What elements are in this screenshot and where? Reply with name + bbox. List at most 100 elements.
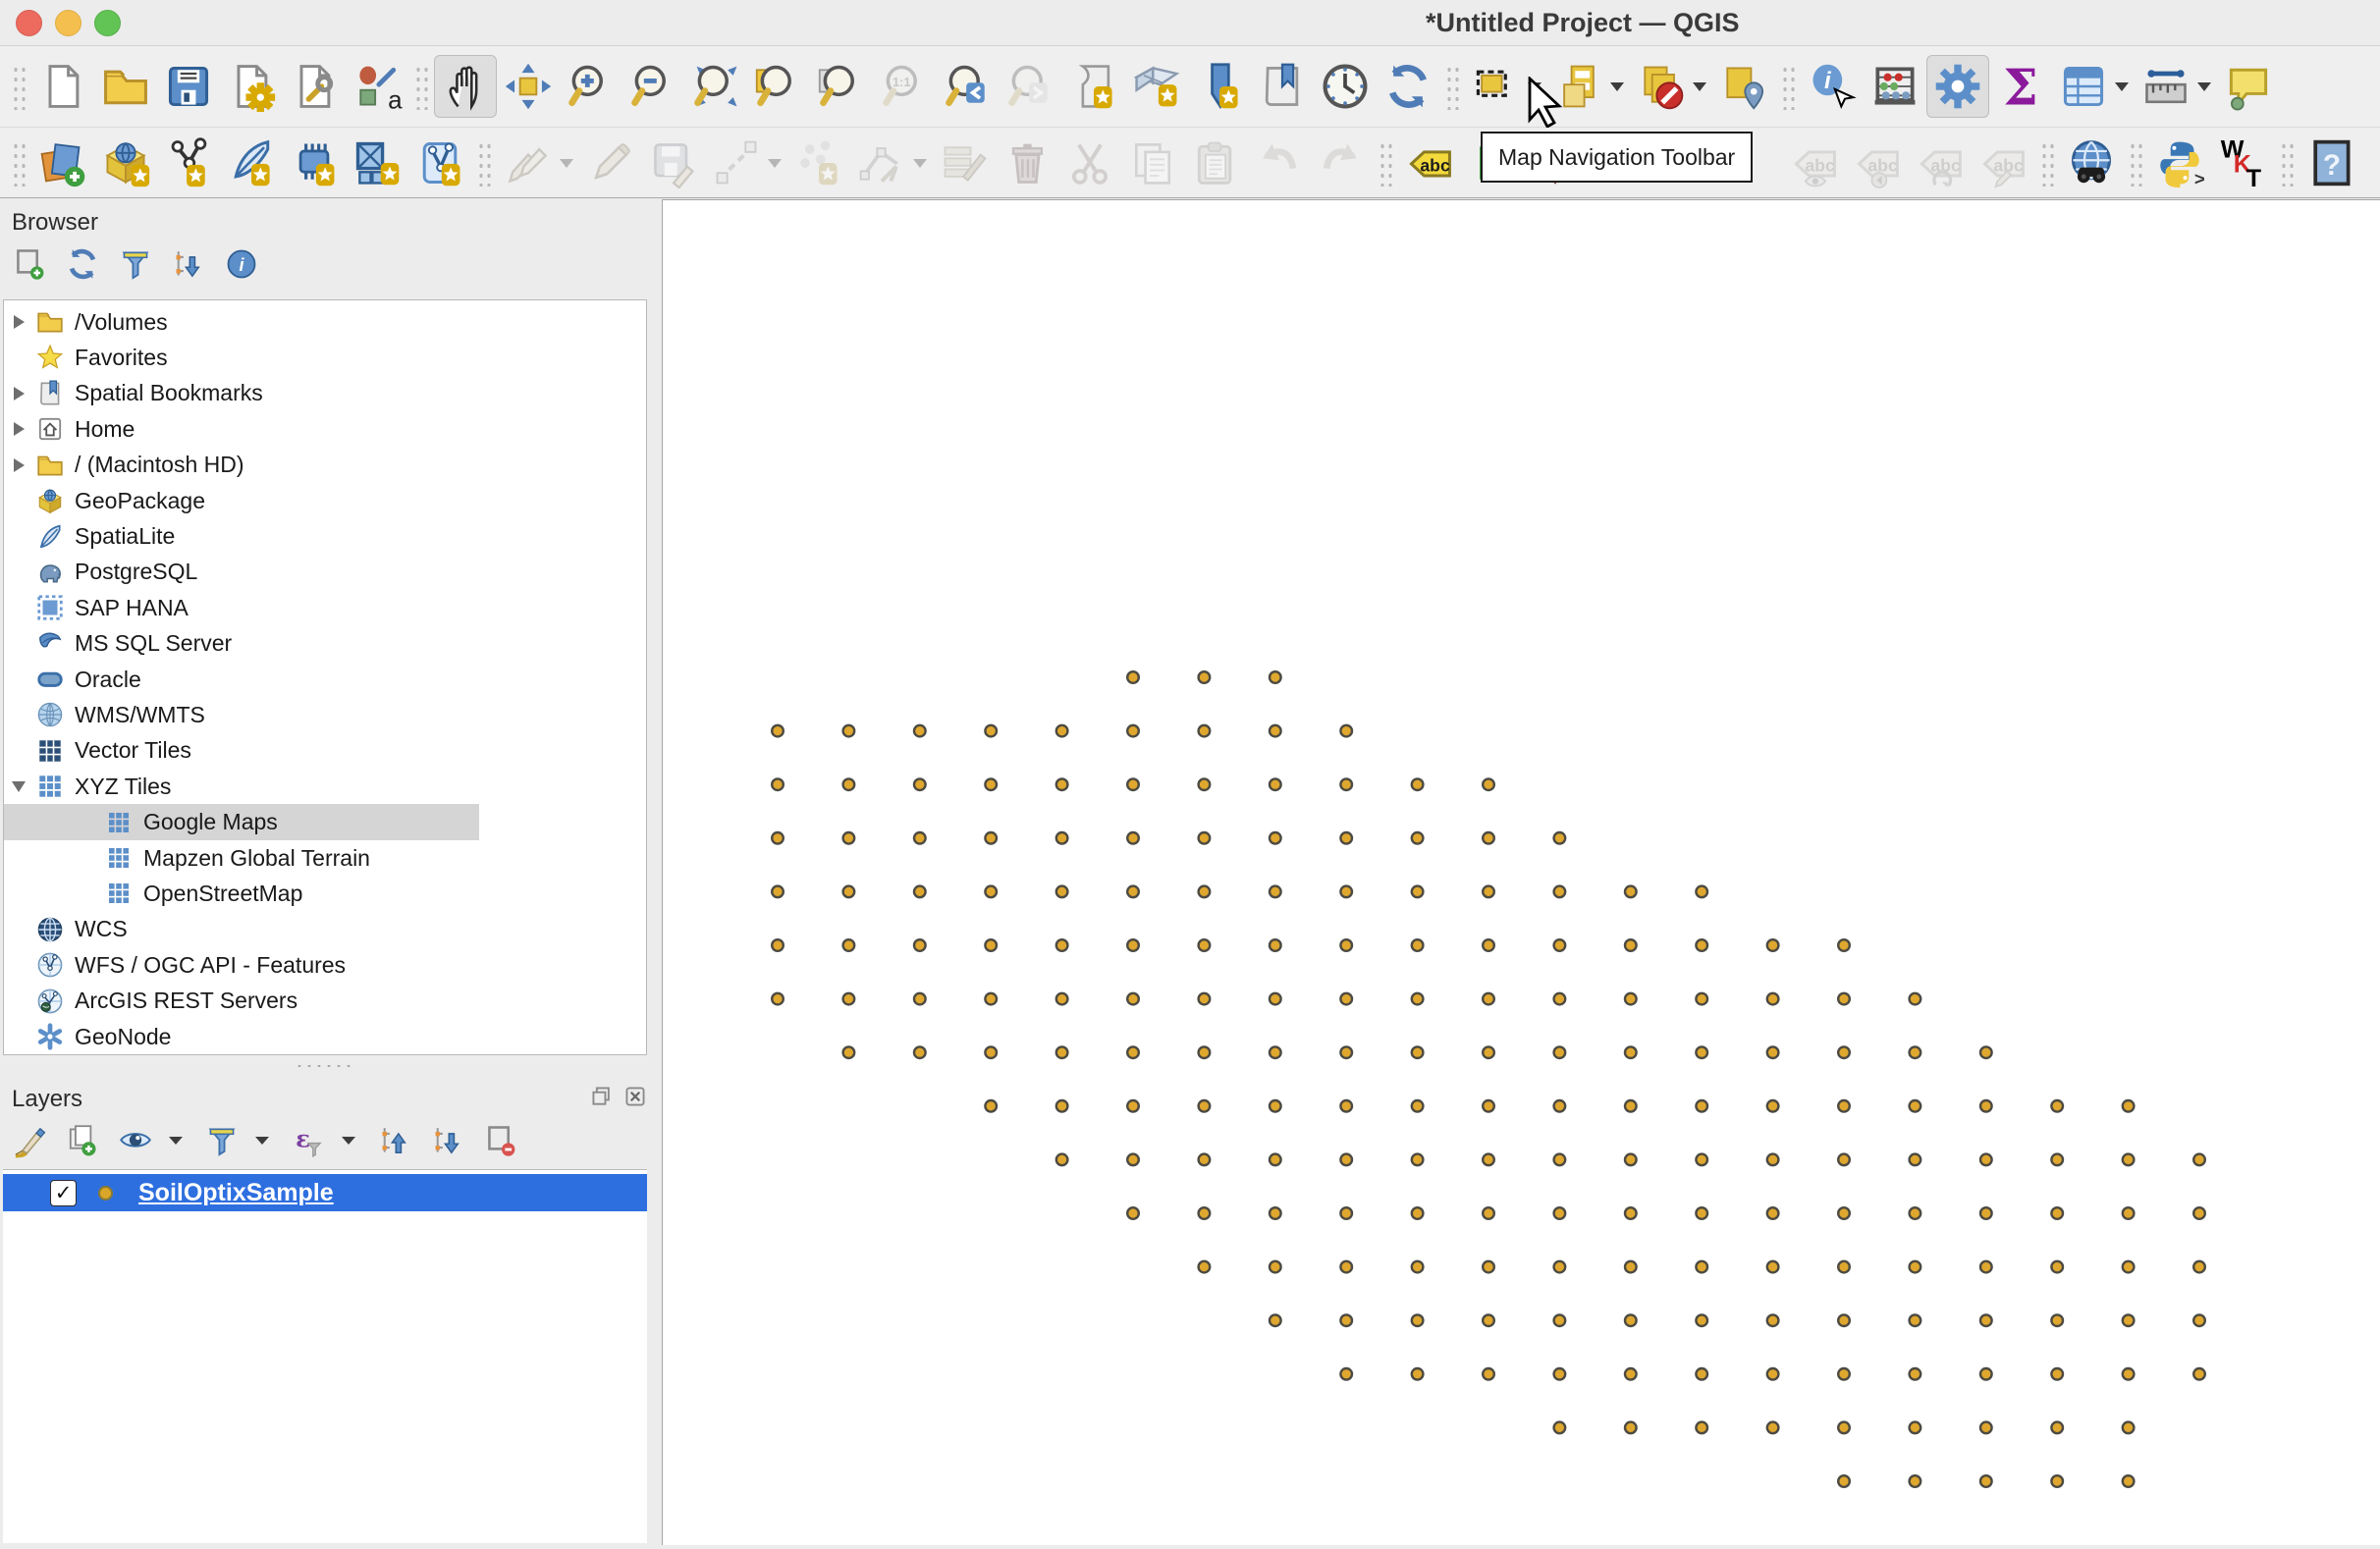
open-attribute-table-button[interactable] [2052,55,2115,118]
zoom-next-button[interactable] [1000,55,1062,118]
new-temporary-scratch-layer-button[interactable] [283,132,346,194]
zoom-window-button[interactable] [94,10,121,36]
layer-item-soiloptixsample[interactable]: ✓SoilOptixSample [3,1174,647,1211]
zoom-out-button[interactable] [622,55,685,118]
layers-close-button[interactable] [623,1085,647,1108]
tree-expanded-arrow-icon[interactable] [4,781,33,792]
browser-item-xyz-tiles[interactable]: XYZ Tiles [4,769,646,804]
deselect-features-dropdown-arrow[interactable] [1693,82,1706,91]
browser-item-sap-hana[interactable]: SAP HANA [4,590,646,625]
show-layout-manager-button[interactable] [283,55,346,118]
save-project-button[interactable] [157,55,220,118]
zoom-to-layer-button[interactable] [748,55,811,118]
browser-item-geopackage[interactable]: GeoPackage [4,483,646,518]
data-source-manager-button[interactable] [31,132,94,194]
zoom-native-resolution-button[interactable]: 1:1 [874,55,937,118]
digitize-with-segment-dropdown-arrow[interactable] [768,159,782,168]
new-3d-map-view-button[interactable] [1125,55,1188,118]
copy-features-button[interactable] [1121,132,1184,194]
panel-splitter[interactable] [0,1055,661,1077]
browser-item-macintosh-hd[interactable]: / (Macintosh HD) [4,448,646,483]
layer-labeling-button[interactable]: abc [1398,132,1461,194]
toggle-labels-button[interactable]: abc [1783,132,1846,194]
new-shapefile-layer-button[interactable] [157,132,220,194]
browser-item-geonode[interactable]: GeoNode [4,1019,646,1054]
measure-button[interactable] [2135,55,2197,118]
measure-dropdown-arrow[interactable] [2197,82,2211,91]
new-mesh-layer-button[interactable] [346,132,408,194]
tree-collapsed-arrow-icon[interactable] [4,387,33,401]
browser-item-wms-wmts[interactable]: WMS/WMTS [4,697,646,732]
pan-to-selection-button[interactable] [497,55,560,118]
processing-toolbox-button[interactable] [1926,55,1989,118]
manage-map-themes-dropdown-arrow[interactable] [169,1137,183,1145]
deselect-features-button[interactable] [1630,55,1693,118]
browser-item-wfs-ogc-api-features[interactable]: WFS / OGC API - Features [4,947,646,983]
select-features-button[interactable] [1465,55,1528,118]
tree-collapsed-arrow-icon[interactable] [4,422,33,436]
save-layer-edits-button[interactable] [642,132,705,194]
toggle-editing-button[interactable] [579,132,642,194]
zoom-last-button[interactable] [937,55,1000,118]
refresh-browser-button[interactable] [63,244,102,284]
minimize-window-button[interactable] [55,10,81,36]
new-spatial-bookmark-button[interactable] [1188,55,1251,118]
current-edits-dropdown-arrow[interactable] [560,159,573,168]
current-edits-button[interactable] [497,132,560,194]
statistical-summary-button[interactable]: Σ [1989,55,2052,118]
filter-by-expression-dropdown-arrow[interactable] [342,1137,355,1145]
browser-item-google-maps[interactable]: Google Maps [4,804,479,839]
modify-attributes-button[interactable] [933,132,996,194]
field-calculator-button[interactable] [1864,55,1926,118]
manage-map-themes-button[interactable] [116,1121,155,1160]
filter-legend-dropdown-arrow[interactable] [255,1137,269,1145]
show-spatial-bookmarks-button[interactable] [1251,55,1314,118]
browser-item-mapzen-global-terrain[interactable]: Mapzen Global Terrain [4,840,646,876]
undo-button[interactable] [1247,132,1310,194]
vertex-tool-dropdown-arrow[interactable] [913,159,927,168]
vertex-tool-button[interactable] [850,132,913,194]
filter-browser-button[interactable] [116,244,155,284]
refresh-map-button[interactable] [1377,55,1439,118]
python-console-button[interactable]: > [2148,132,2211,194]
browser-item-openstreetmap[interactable]: OpenStreetMap [4,876,646,911]
tree-collapsed-arrow-icon[interactable] [4,315,33,329]
close-window-button[interactable] [16,10,42,36]
tree-collapsed-arrow-icon[interactable] [4,458,33,472]
map-canvas[interactable] [662,199,2380,1545]
temporal-controller-button[interactable] [1314,55,1377,118]
new-virtual-layer-button[interactable] [408,132,471,194]
new-geopackage-layer-button[interactable] [94,132,157,194]
add-selected-layers-button[interactable] [10,244,49,284]
style-manager-button[interactable]: a [346,55,408,118]
delete-selected-button[interactable] [996,132,1058,194]
help-button[interactable]: ? [2299,132,2362,194]
add-group-button[interactable] [63,1121,102,1160]
add-record-button[interactable] [787,132,850,194]
open-layer-styling-button[interactable] [10,1121,49,1160]
paste-features-button[interactable] [1184,132,1247,194]
pan-map-button[interactable] [434,55,497,118]
new-spatialite-layer-button[interactable] [220,132,283,194]
layer-visibility-checkbox[interactable]: ✓ [50,1180,77,1206]
collapse-all-layers-button[interactable] [428,1121,467,1160]
rotate-labels-button[interactable]: abc [1909,132,1972,194]
wkt-tool-button[interactable]: WKT [2211,132,2274,194]
zoom-to-selection-button[interactable] [811,55,874,118]
layers-float-button[interactable] [590,1085,614,1108]
select-by-location-button[interactable] [1712,55,1775,118]
new-print-layout-button[interactable] [220,55,283,118]
collapse-all-button[interactable] [169,244,208,284]
open-project-button[interactable] [94,55,157,118]
properties-widget-button[interactable]: i [222,244,261,284]
browser-item-spatialite[interactable]: SpatiaLite [4,518,646,554]
browser-item-oracle[interactable]: Oracle [4,662,646,697]
browser-item-postgresql[interactable]: PostgreSQL [4,555,646,590]
browser-item-home[interactable]: Home [4,411,646,447]
expand-all-button[interactable] [375,1121,414,1160]
metasearch-button[interactable] [2060,132,2123,194]
identify-features-button[interactable]: i [1801,55,1864,118]
zoom-in-button[interactable] [560,55,622,118]
browser-item-favorites[interactable]: Favorites [4,340,646,375]
browser-item-spatial-bookmarks[interactable]: Spatial Bookmarks [4,376,646,411]
